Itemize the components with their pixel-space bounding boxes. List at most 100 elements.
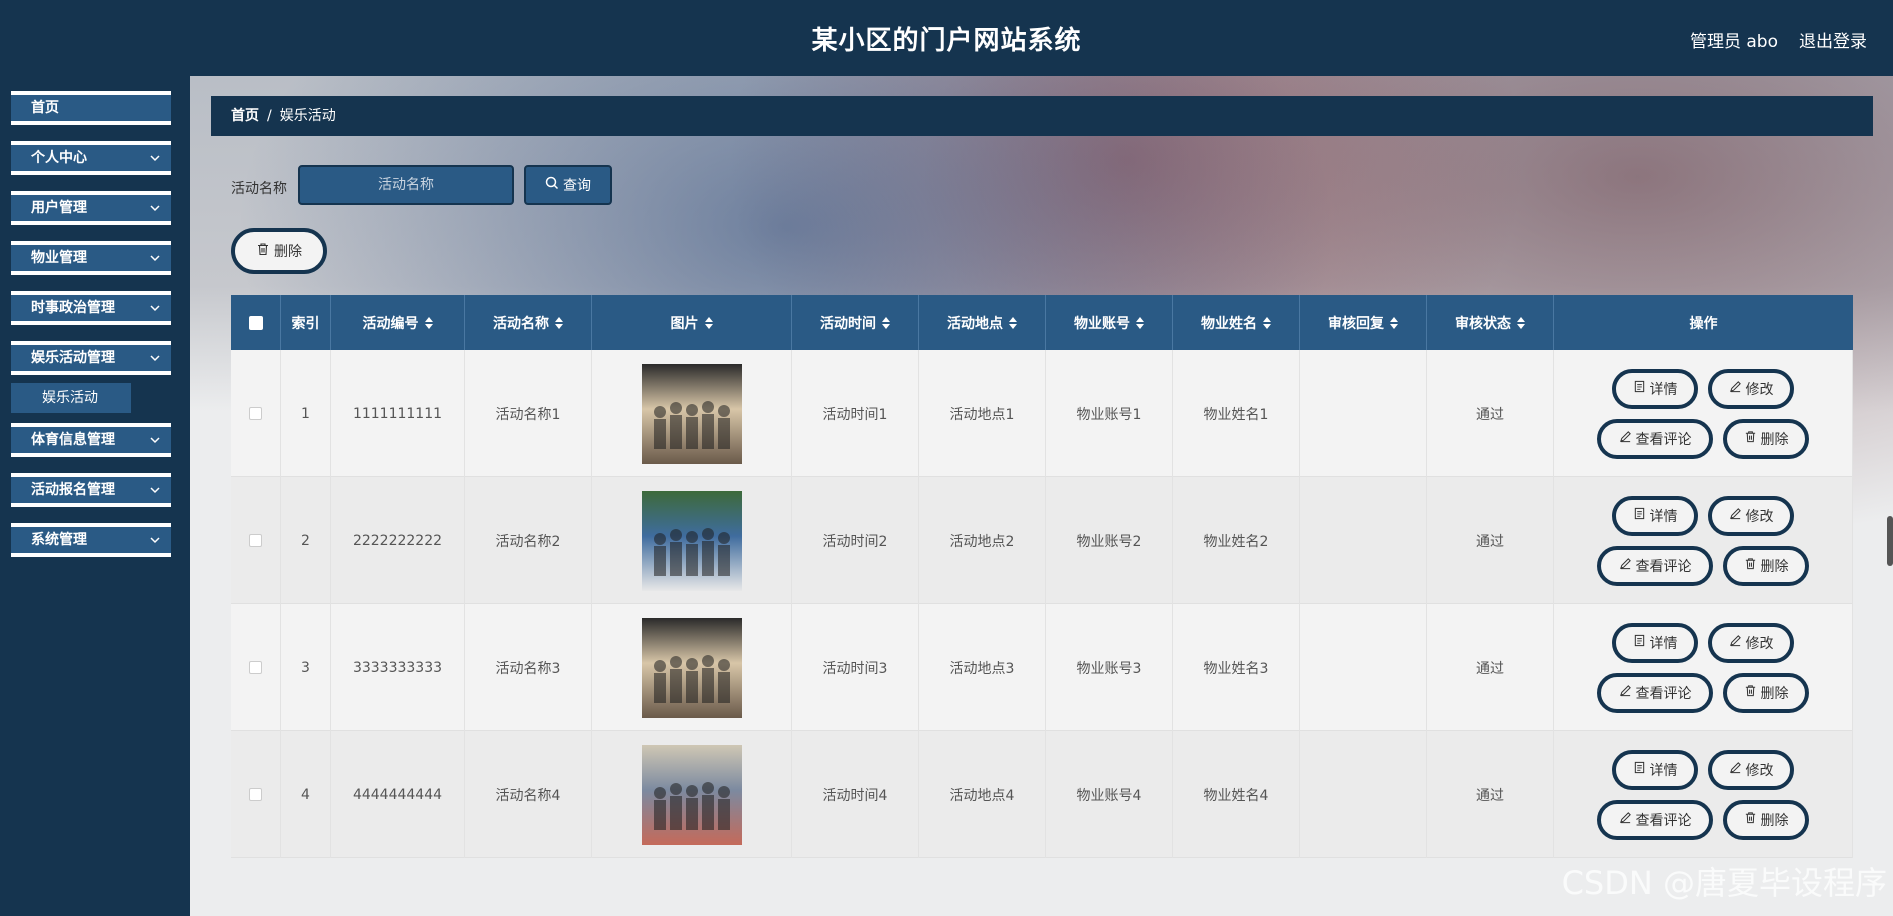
cell-code-text: 3333333333: [352, 659, 443, 676]
sidebar-item-home[interactable]: 首页: [11, 91, 171, 125]
cell-status-text: 通过: [1476, 660, 1504, 677]
chevron-down-icon: [149, 434, 161, 446]
delete-button[interactable]: 删除: [1723, 672, 1809, 713]
cell-index: 1: [281, 350, 331, 477]
breadcrumb-current: 娱乐活动: [279, 108, 336, 124]
select-all-checkbox[interactable]: [248, 315, 263, 330]
activity-photo[interactable]: [641, 363, 742, 464]
edit-button[interactable]: 修改: [1708, 622, 1794, 663]
edit-button[interactable]: 修改: [1708, 749, 1794, 790]
detail-button-label: 详情: [1649, 508, 1678, 525]
sidebar-item-entertainment[interactable]: 娱乐活动管理: [11, 341, 171, 375]
cell-place: 活动地点4: [919, 731, 1046, 858]
sort-icon[interactable]: [1263, 316, 1271, 329]
top-header: 某小区的门户网站系统 管理员 abo 退出登录: [0, 0, 1893, 76]
th-image[interactable]: 图片: [592, 295, 792, 350]
query-button[interactable]: 查询: [524, 165, 612, 205]
view-comments-button[interactable]: 查看评论: [1597, 672, 1713, 713]
detail-button[interactable]: 详情: [1612, 749, 1698, 790]
cell-index: 2: [281, 477, 331, 604]
cell-name: 活动名称3: [465, 604, 592, 731]
sidebar-item-label: 个人中心: [31, 150, 87, 166]
th-time[interactable]: 活动时间: [792, 295, 919, 350]
detail-icon: [1633, 507, 1646, 524]
detail-button[interactable]: 详情: [1612, 368, 1698, 409]
sort-icon[interactable]: [1390, 316, 1398, 329]
cell-time: 活动时间2: [792, 477, 919, 604]
cell-owner-text: 物业姓名1: [1203, 406, 1269, 423]
cell-index: 4: [281, 731, 331, 858]
sort-icon[interactable]: [1517, 316, 1525, 329]
sidebar: 首页 个人中心 用户管理 物业管理 时事政治管理 娱乐活动管理 娱乐活动 体育信…: [0, 76, 190, 916]
sidebar-item-politics[interactable]: 时事政治管理: [11, 291, 171, 325]
table-row: 4 4444444444 活动名称4 活动时间4 活动地点4 物业账号4 物业姓名4 通过 详情…: [231, 731, 1853, 858]
th-reply[interactable]: 审核回复: [1300, 295, 1427, 350]
detail-button[interactable]: 详情: [1612, 495, 1698, 536]
edit-button[interactable]: 修改: [1708, 495, 1794, 536]
sidebar-item-label: 用户管理: [31, 200, 87, 216]
select-all-checkbox-cell[interactable]: [231, 295, 281, 350]
sort-icon[interactable]: [555, 316, 563, 329]
row-checkbox[interactable]: [249, 534, 262, 547]
delete-button[interactable]: 删除: [1723, 545, 1809, 586]
sidebar-item-label: 物业管理: [31, 250, 87, 266]
breadcrumb-home[interactable]: 首页: [231, 108, 259, 124]
detail-icon: [1633, 761, 1646, 778]
row-checkbox-cell: [231, 731, 281, 858]
th-place[interactable]: 活动地点: [919, 295, 1046, 350]
cell-name-text: 活动名称1: [495, 406, 561, 423]
view-comments-button[interactable]: 查看评论: [1597, 799, 1713, 840]
view-comments-button-label: 查看评论: [1635, 558, 1692, 575]
th-name[interactable]: 活动名称: [465, 295, 592, 350]
row-checkbox[interactable]: [249, 661, 262, 674]
cell-index-text: 2: [301, 532, 310, 549]
cell-owner-text: 物业姓名3: [1203, 660, 1269, 677]
chevron-down-icon: [149, 202, 161, 214]
sidebar-item-sports[interactable]: 体育信息管理: [11, 423, 171, 457]
th-owner[interactable]: 物业姓名: [1173, 295, 1300, 350]
cell-owner: 物业姓名4: [1173, 731, 1300, 858]
sidebar-item-signup[interactable]: 活动报名管理: [11, 473, 171, 507]
row-checkbox[interactable]: [249, 788, 262, 801]
sidebar-item-property[interactable]: 物业管理: [11, 241, 171, 275]
activity-photo[interactable]: [641, 744, 742, 845]
edit-button-label: 修改: [1745, 508, 1774, 525]
cell-actions: 详情 修改查看评论 删除: [1554, 604, 1853, 731]
sort-icon[interactable]: [424, 316, 433, 329]
trash-icon: [1744, 557, 1757, 574]
activity-photo[interactable]: [641, 617, 742, 718]
watermark: CSDN @唐夏毕设程序: [1561, 864, 1887, 902]
th-code[interactable]: 活动编号: [331, 295, 465, 350]
sort-icon[interactable]: [704, 316, 713, 329]
th-status[interactable]: 审核状态: [1427, 295, 1554, 350]
row-checkbox-cell: [231, 350, 281, 477]
detail-button[interactable]: 详情: [1612, 622, 1698, 663]
view-comments-button[interactable]: 查看评论: [1597, 545, 1713, 586]
sort-icon[interactable]: [1136, 316, 1144, 329]
search-input[interactable]: [298, 165, 514, 205]
cell-time-text: 活动时间4: [822, 787, 888, 804]
sidebar-item-personal[interactable]: 个人中心: [11, 141, 171, 175]
sidebar-subitem-entertainment-activity[interactable]: 娱乐活动: [11, 383, 131, 413]
row-checkbox[interactable]: [249, 407, 262, 420]
activity-photo[interactable]: [641, 490, 742, 591]
logout-link[interactable]: 退出登录: [1799, 27, 1867, 52]
delete-button[interactable]: 删除: [1723, 799, 1809, 840]
batch-delete-button[interactable]: 删除: [231, 228, 327, 274]
cell-status: 通过: [1427, 604, 1554, 731]
view-comments-button-label: 查看评论: [1635, 812, 1692, 829]
sidebar-item-system[interactable]: 系统管理: [11, 523, 171, 557]
scrollbar[interactable]: [1887, 516, 1893, 566]
delete-button[interactable]: 删除: [1723, 418, 1809, 459]
edit-button[interactable]: 修改: [1708, 368, 1794, 409]
th-account[interactable]: 物业账号: [1046, 295, 1173, 350]
sort-icon[interactable]: [1009, 316, 1017, 329]
cell-owner-text: 物业姓名4: [1203, 787, 1269, 804]
cell-name-text: 活动名称3: [495, 660, 561, 677]
sort-icon[interactable]: [882, 316, 890, 329]
sidebar-item-users[interactable]: 用户管理: [11, 191, 171, 225]
cell-time-text: 活动时间2: [822, 533, 888, 550]
view-comments-button[interactable]: 查看评论: [1597, 418, 1713, 459]
cell-status-text: 通过: [1476, 533, 1504, 550]
edit-button-label: 修改: [1745, 762, 1774, 779]
